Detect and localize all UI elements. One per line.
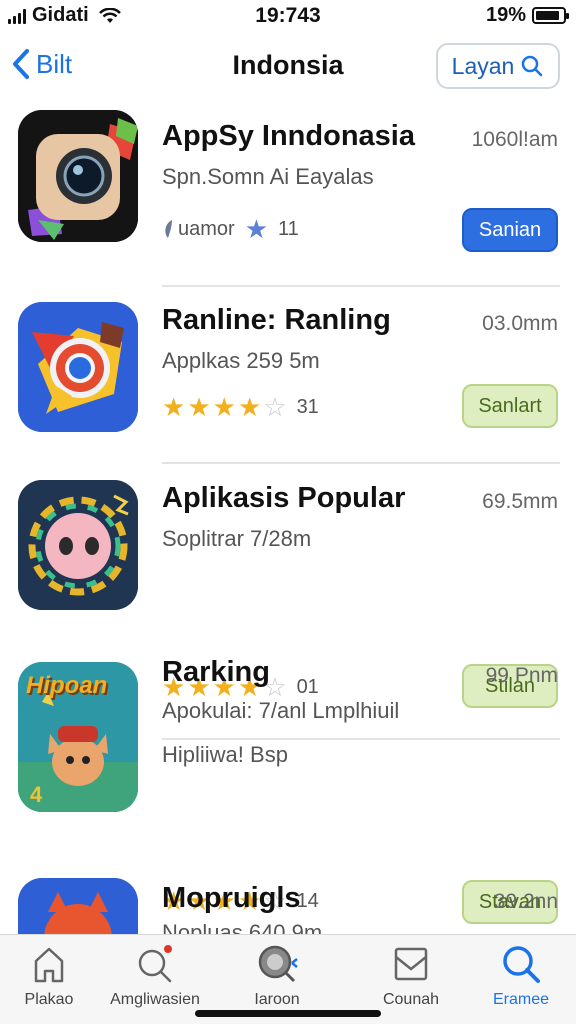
tab-label: Eramee <box>492 991 550 1008</box>
app-size: 99 Pnm <box>485 664 558 687</box>
tab-search[interactable]: Eramee <box>466 943 576 1009</box>
search-button[interactable]: Layan <box>436 43 560 89</box>
app-subtitle-2: Hipliiwa! Bsp <box>162 742 288 767</box>
tab-label: Plakao <box>24 991 74 1008</box>
search-icon <box>503 946 540 983</box>
cartoon-game-icon: 4 Hipoan <box>18 662 138 812</box>
rating-text: uamor <box>178 217 235 240</box>
search-icon <box>522 55 543 77</box>
list-item[interactable]: Mopruigls 39.2nn Nopluas 640 9m <box>0 878 576 938</box>
search-button-label: Layan <box>451 52 515 79</box>
svg-text:4: 4 <box>30 782 43 807</box>
star-icon: ★ <box>244 214 269 244</box>
tab-inbox[interactable]: Counah <box>356 943 466 1009</box>
star-empty-icon: ☆ <box>263 392 287 422</box>
discover-icon <box>258 945 298 983</box>
tab-home[interactable]: Plakao <box>0 943 104 1009</box>
app-size: 69.5mm <box>482 490 558 513</box>
camera-app-icon <box>18 110 138 242</box>
leaf-icon <box>165 220 172 238</box>
app-size: 03.0mm <box>482 312 558 335</box>
app-name: Rarking <box>162 656 270 688</box>
star-filled-icon: ★ <box>187 392 211 422</box>
app-subtitle: Apokulai: 7/anl Lmplhiuil <box>162 698 400 723</box>
list-item[interactable]: Ranline: Ranling 03.0mm Applkas 259 5m ★… <box>0 300 576 464</box>
app-size: 39.2nn <box>493 890 558 913</box>
home-indicator <box>195 1010 381 1017</box>
rating-count: 11 <box>278 217 299 240</box>
tab-label: Iaroon <box>254 991 300 1008</box>
app-name: Aplikasis Popular <box>162 482 406 514</box>
fox-app-icon <box>18 878 138 938</box>
tab-discover[interactable]: Iaroon <box>222 943 332 1009</box>
app-subtitle: Nopluas 640 9m <box>162 920 323 934</box>
battery-percent: 19% <box>485 4 526 26</box>
status-bar: Gidati 19:743 19% <box>0 0 576 30</box>
search-notification-icon <box>138 945 172 983</box>
app-name: Mopruigls <box>162 882 301 914</box>
install-button[interactable]: Sanian <box>462 208 558 252</box>
battery-icon <box>532 7 569 24</box>
list-item[interactable]: AppSy Inndonasia 1060l!am Spn.Somn Ai Ea… <box>0 110 576 287</box>
tab-label: Amgliwasien <box>110 991 200 1008</box>
app-subtitle: Soplitrar 7/28m <box>162 526 312 551</box>
app-name: Ranline: Ranling <box>162 304 391 336</box>
rating: uamor ★ 11 <box>162 216 299 242</box>
app-size: 1060l!am <box>471 128 558 151</box>
star-filled-icon: ★ <box>212 392 236 422</box>
app-subtitle: Spn.Somn Ai Eayalas <box>162 164 374 189</box>
install-button[interactable]: Sanlart <box>462 384 558 428</box>
tab-label: Counah <box>382 991 440 1008</box>
list-item[interactable]: Aplikasis Popular 69.5mm Soplitrar 7/28m… <box>0 478 576 740</box>
navigation-bar: Bilt Indonsia Layan <box>0 40 576 92</box>
list-item[interactable]: 4 Hipoan Rarking 99 Pnm Apokulai: 7/anl … <box>0 656 576 958</box>
divider <box>162 462 560 464</box>
app-icon-text: Hipoan <box>26 672 108 699</box>
star-filled-icon: ★ <box>162 392 186 422</box>
rating: ★ ★ ★ ★ ☆ 31 <box>162 394 319 420</box>
browser-app-icon <box>18 302 138 432</box>
home-icon <box>34 947 64 983</box>
star-filled-icon: ★ <box>237 392 262 422</box>
tab-search-notification[interactable]: Amgliwasien <box>100 943 210 1009</box>
rating-count: 31 <box>296 395 319 418</box>
app-name: AppSy Inndonasia <box>162 120 415 152</box>
divider <box>162 285 560 287</box>
pig-game-icon <box>18 480 138 610</box>
app-subtitle: Applkas 259 5m <box>162 348 320 373</box>
inbox-icon <box>394 947 428 981</box>
